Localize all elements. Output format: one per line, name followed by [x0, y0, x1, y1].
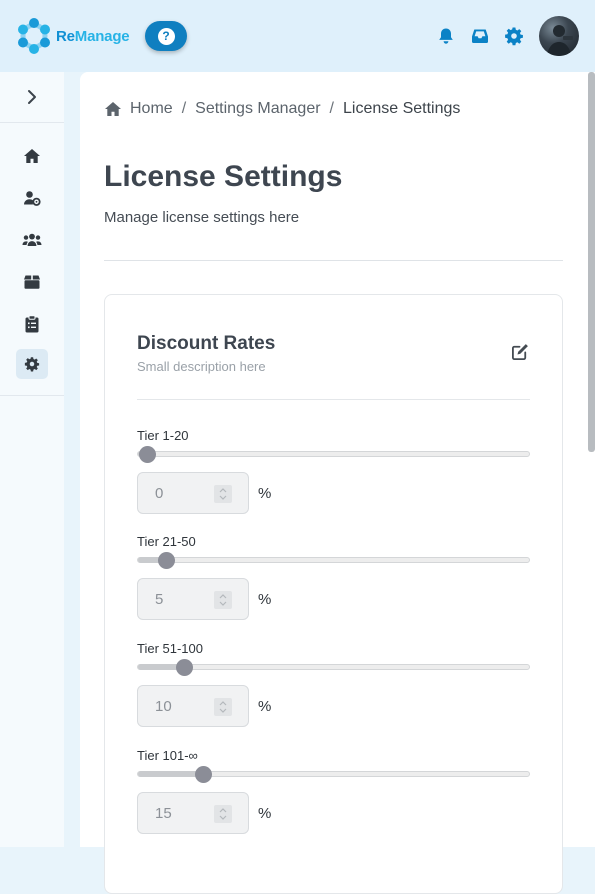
tier-discount-input[interactable]: 5	[137, 578, 249, 620]
stepper-icon[interactable]	[214, 805, 232, 823]
edit-icon[interactable]	[511, 342, 530, 361]
tier-slider-thumb[interactable]	[157, 552, 175, 569]
stepper-icon[interactable]	[214, 591, 232, 609]
stepper-icon[interactable]	[214, 485, 232, 503]
avatar[interactable]	[539, 16, 579, 56]
sidebar-item-home[interactable]	[16, 141, 48, 171]
sidebar-item-clipboard[interactable]	[16, 309, 48, 339]
page-subtitle: Manage license settings here	[104, 209, 300, 226]
title-divider	[104, 260, 563, 261]
brand-prefix: Re	[56, 27, 75, 45]
main-content: Home / Settings Manager / License Settin…	[80, 72, 595, 894]
discount-rates-card: Discount Rates Small description here Ti…	[104, 294, 563, 894]
bell-icon[interactable]	[436, 26, 456, 46]
stepper-icon[interactable]	[214, 698, 232, 716]
tier-slider-thumb[interactable]	[176, 659, 194, 676]
tier-discount-value: 0	[155, 485, 164, 502]
sidebar-toggle-button[interactable]	[0, 72, 64, 123]
tier-row: Tier 101-∞ 15 %	[137, 748, 530, 848]
breadcrumb-current: License Settings	[343, 100, 461, 117]
tier-discount-value: 5	[155, 591, 164, 608]
tier-label: Tier 1-20	[137, 428, 189, 443]
users-icon	[22, 233, 42, 246]
percent-unit: %	[258, 698, 272, 715]
scrollbar[interactable]	[588, 72, 595, 452]
percent-unit: %	[258, 805, 272, 822]
tier-row: Tier 1-20 0 %	[137, 428, 530, 528]
tier-discount-input[interactable]: 10	[137, 685, 249, 727]
breadcrumb-home[interactable]: Home	[130, 100, 173, 118]
sidebar-item-users[interactable]	[16, 225, 48, 255]
sidebar-divider	[0, 395, 64, 396]
avatar-image	[547, 25, 573, 56]
home-icon	[24, 149, 40, 163]
tier-slider-thumb[interactable]	[139, 446, 156, 463]
clipboard-icon	[25, 315, 39, 333]
logo-icon	[18, 18, 50, 54]
sidebar-item-settings[interactable]	[16, 349, 48, 379]
breadcrumb: Home / Settings Manager / License Settin…	[104, 100, 460, 118]
sidebar-item-user-settings[interactable]	[16, 183, 48, 213]
breadcrumb-separator: /	[181, 100, 187, 117]
tier-discount-input[interactable]: 0	[137, 472, 249, 514]
percent-unit: %	[258, 591, 272, 608]
logo[interactable]: ReManage	[14, 16, 130, 56]
card-title: Discount Rates	[137, 333, 276, 354]
tier-slider-track[interactable]	[137, 451, 530, 457]
brand-name: ReManage	[56, 27, 130, 45]
card-description: Small description here	[137, 359, 266, 374]
home-icon	[105, 102, 121, 116]
top-bar: ReManage ?	[0, 0, 595, 72]
help-button[interactable]: ?	[145, 21, 187, 51]
sidebar-item-packages[interactable]	[16, 267, 48, 297]
tier-slider-track[interactable]	[137, 557, 530, 563]
sidebar	[0, 72, 64, 847]
question-icon: ?	[157, 27, 175, 45]
brand-suffix: Manage	[74, 27, 130, 45]
tier-label: Tier 101-∞	[137, 748, 198, 763]
gear-icon[interactable]	[504, 26, 524, 46]
percent-unit: %	[258, 485, 272, 502]
tier-discount-input[interactable]: 15	[137, 792, 249, 834]
tier-discount-value: 15	[155, 805, 172, 822]
inbox-icon[interactable]	[470, 26, 490, 46]
tier-row: Tier 51-100 10 %	[137, 641, 530, 741]
breadcrumb-separator: /	[329, 100, 334, 117]
gear-icon	[24, 357, 40, 372]
page-title: License Settings	[104, 160, 343, 193]
chevron-right-icon	[28, 90, 36, 104]
tier-slider-thumb[interactable]	[194, 766, 212, 783]
tier-label: Tier 51-100	[137, 641, 203, 656]
tier-row: Tier 21-50 5 %	[137, 534, 530, 634]
box-icon	[24, 275, 40, 289]
card-divider	[137, 399, 530, 400]
user-gear-icon	[24, 191, 41, 206]
tier-slider-track[interactable]	[137, 664, 530, 670]
breadcrumb-settings-manager[interactable]: Settings Manager	[195, 100, 320, 118]
tier-label: Tier 21-50	[137, 534, 196, 549]
tier-discount-value: 10	[155, 698, 172, 715]
